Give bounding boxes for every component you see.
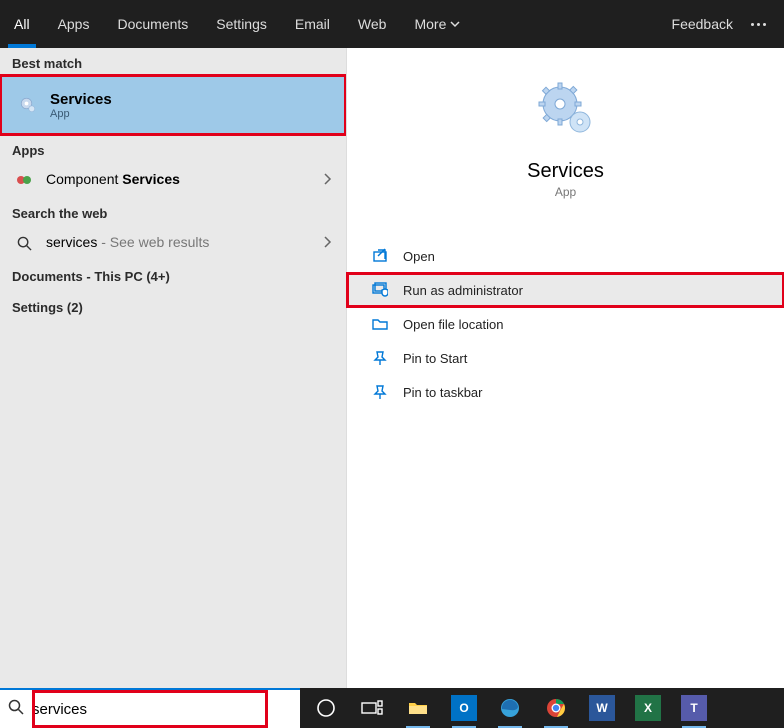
chevron-down-icon [450,16,460,32]
options-ellipsis-icon[interactable] [751,23,766,26]
result-web-search[interactable]: services - See web results [0,225,346,261]
tab-email[interactable]: Email [281,0,344,48]
result-title: Component Services [46,171,180,187]
taskbar-taskview-icon[interactable] [350,688,394,728]
filter-bar: All Apps Documents Settings Email Web Mo… [0,0,784,48]
results-pane: Best match Services App Apps Component S… [0,48,346,688]
section-documents[interactable]: Documents - This PC (4+) [0,261,346,292]
feedback-link[interactable]: Feedback [672,16,733,32]
open-icon [371,248,389,264]
tab-label: Settings [216,16,267,32]
taskbar-app-excel[interactable]: X [626,688,670,728]
preview-pane: Services App Open Run as administrator [346,48,784,688]
section-best-match: Best match [0,48,346,75]
tab-label: Documents [117,16,188,32]
pin-icon [371,350,389,366]
tab-documents[interactable]: Documents [103,0,202,48]
component-services-icon [14,172,34,188]
search-icon [14,236,34,251]
tab-all[interactable]: All [0,0,44,48]
action-pin-to-taskbar[interactable]: Pin to taskbar [347,375,784,409]
action-pin-to-start[interactable]: Pin to Start [347,341,784,375]
section-apps: Apps [0,135,346,162]
action-label: Run as administrator [403,283,523,298]
result-title: Services [50,91,332,108]
pin-icon [371,384,389,400]
search-input[interactable] [32,701,292,718]
topbar-right: Feedback [672,0,784,48]
action-run-as-administrator[interactable]: Run as administrator [347,273,784,307]
result-best-match[interactable]: Services App [0,75,346,135]
action-open[interactable]: Open [347,239,784,273]
taskbar-app-outlook[interactable]: O [442,688,486,728]
action-open-file-location[interactable]: Open file location [347,307,784,341]
tab-label: More [414,16,446,32]
admin-shield-icon [371,282,389,298]
taskbar-app-explorer[interactable] [396,688,440,728]
folder-icon [371,316,389,332]
gear-icon [18,96,38,114]
result-subtitle: App [50,108,332,120]
search-box[interactable] [0,688,300,728]
taskbar: O W X T [300,688,784,728]
tab-settings[interactable]: Settings [202,0,281,48]
chevron-right-icon [322,235,332,251]
preview-actions: Open Run as administrator Open file loca… [347,239,784,409]
preview-subtitle: App [555,185,576,199]
gear-icon [534,78,598,142]
action-label: Open file location [403,317,503,332]
tab-label: Web [358,16,387,32]
search-icon [8,699,24,720]
taskbar-app-word[interactable]: W [580,688,624,728]
section-settings[interactable]: Settings (2) [0,292,346,323]
action-label: Pin to Start [403,351,467,366]
result-component-services[interactable]: Component Services [0,162,346,198]
taskbar-app-teams[interactable]: T [672,688,716,728]
section-web: Search the web [0,198,346,225]
filter-tabs: All Apps Documents Settings Email Web Mo… [0,0,672,48]
chevron-right-icon [322,172,332,188]
tab-apps[interactable]: Apps [44,0,104,48]
taskbar-app-chrome[interactable] [534,688,578,728]
result-title: services - See web results [46,234,209,250]
tab-label: Email [295,16,330,32]
action-label: Open [403,249,435,264]
taskbar-cortana-icon[interactable] [304,688,348,728]
tab-web[interactable]: Web [344,0,401,48]
taskbar-app-edge[interactable] [488,688,532,728]
tab-label: Apps [58,16,90,32]
tab-label: All [14,16,30,32]
action-label: Pin to taskbar [403,385,483,400]
preview-title: Services [527,160,604,183]
tab-more[interactable]: More [400,0,474,48]
